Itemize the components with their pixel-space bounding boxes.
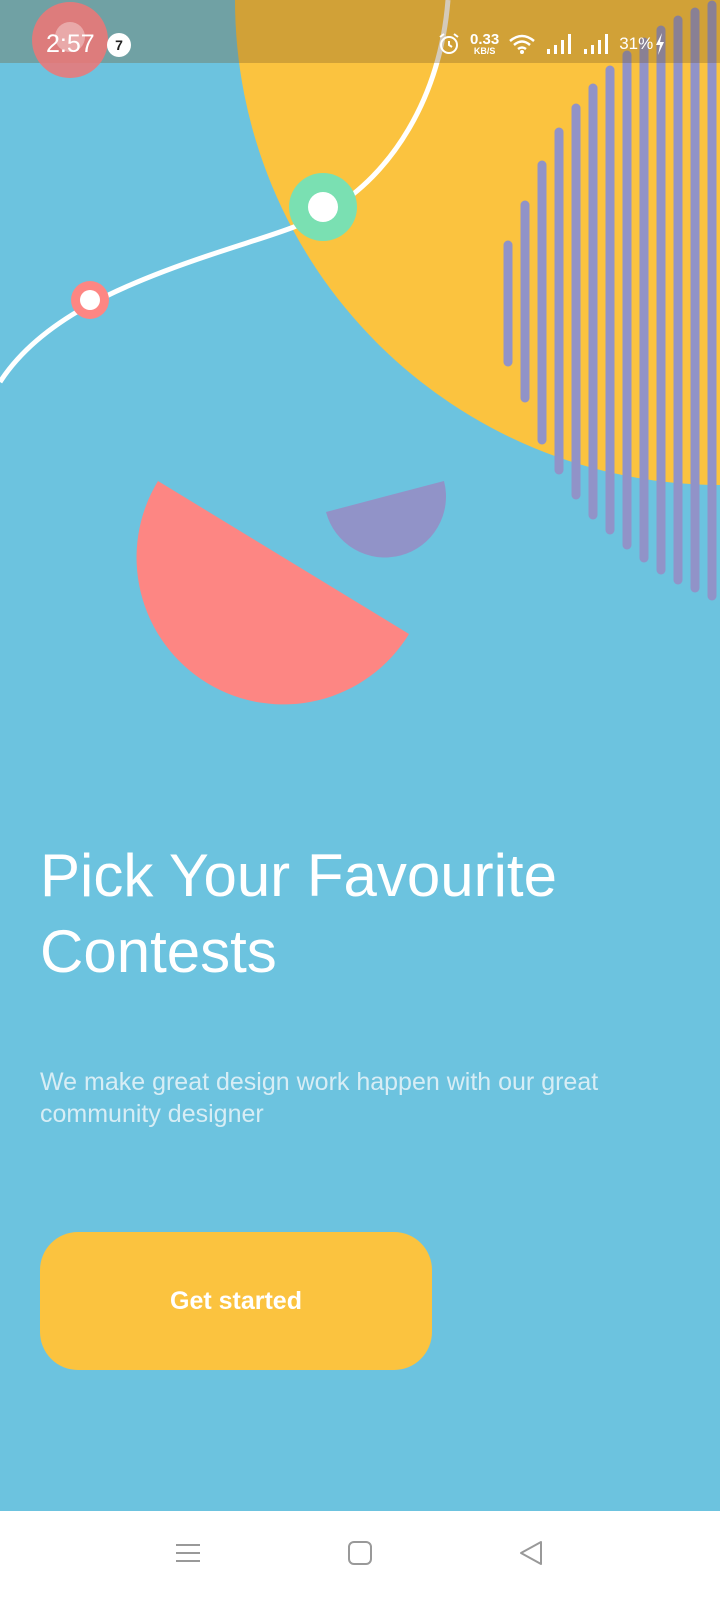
back-icon xyxy=(520,1541,542,1565)
signal-icon xyxy=(584,34,609,54)
status-icons: 0.33 KB/S 31% xyxy=(437,30,666,58)
onboarding-screen: 2:57 7 0.33 KB/S 31% Pick Your Favourite… xyxy=(0,0,720,1600)
notification-count-badge: 7 xyxy=(107,33,131,57)
network-speed: 0.33 KB/S xyxy=(470,32,499,56)
back-button[interactable] xyxy=(511,1533,551,1573)
onboarding-content: Pick Your Favourite Contests xyxy=(40,838,680,990)
status-bar: 2:57 7 0.33 KB/S 31% xyxy=(0,0,720,78)
onboarding-title: Pick Your Favourite Contests xyxy=(40,838,680,990)
title-line-1: Pick Your Favourite xyxy=(40,842,557,909)
mint-dot-center xyxy=(308,192,338,222)
charging-icon xyxy=(656,33,665,55)
home-icon xyxy=(348,1541,372,1565)
network-speed-value: 0.33 xyxy=(470,31,500,48)
coral-dot-center xyxy=(80,290,100,310)
home-button[interactable] xyxy=(340,1533,380,1573)
signal-icon xyxy=(547,34,572,54)
status-time: 2:57 xyxy=(46,30,95,58)
wifi-icon xyxy=(509,34,536,54)
purple-semicircle-shape xyxy=(326,481,447,558)
network-speed-unit: KB/S xyxy=(473,46,496,56)
menu-button[interactable] xyxy=(168,1533,208,1573)
navigation-bar xyxy=(0,1511,720,1600)
get-started-button[interactable]: Get started xyxy=(40,1232,432,1370)
title-line-2: Contests xyxy=(40,918,277,985)
alarm-icon xyxy=(439,33,459,54)
onboarding-subtitle: We make great design work happen with ou… xyxy=(40,1068,599,1128)
hero-illustration xyxy=(0,0,720,705)
menu-icon xyxy=(176,1544,200,1562)
battery-level: 31% xyxy=(619,34,654,53)
